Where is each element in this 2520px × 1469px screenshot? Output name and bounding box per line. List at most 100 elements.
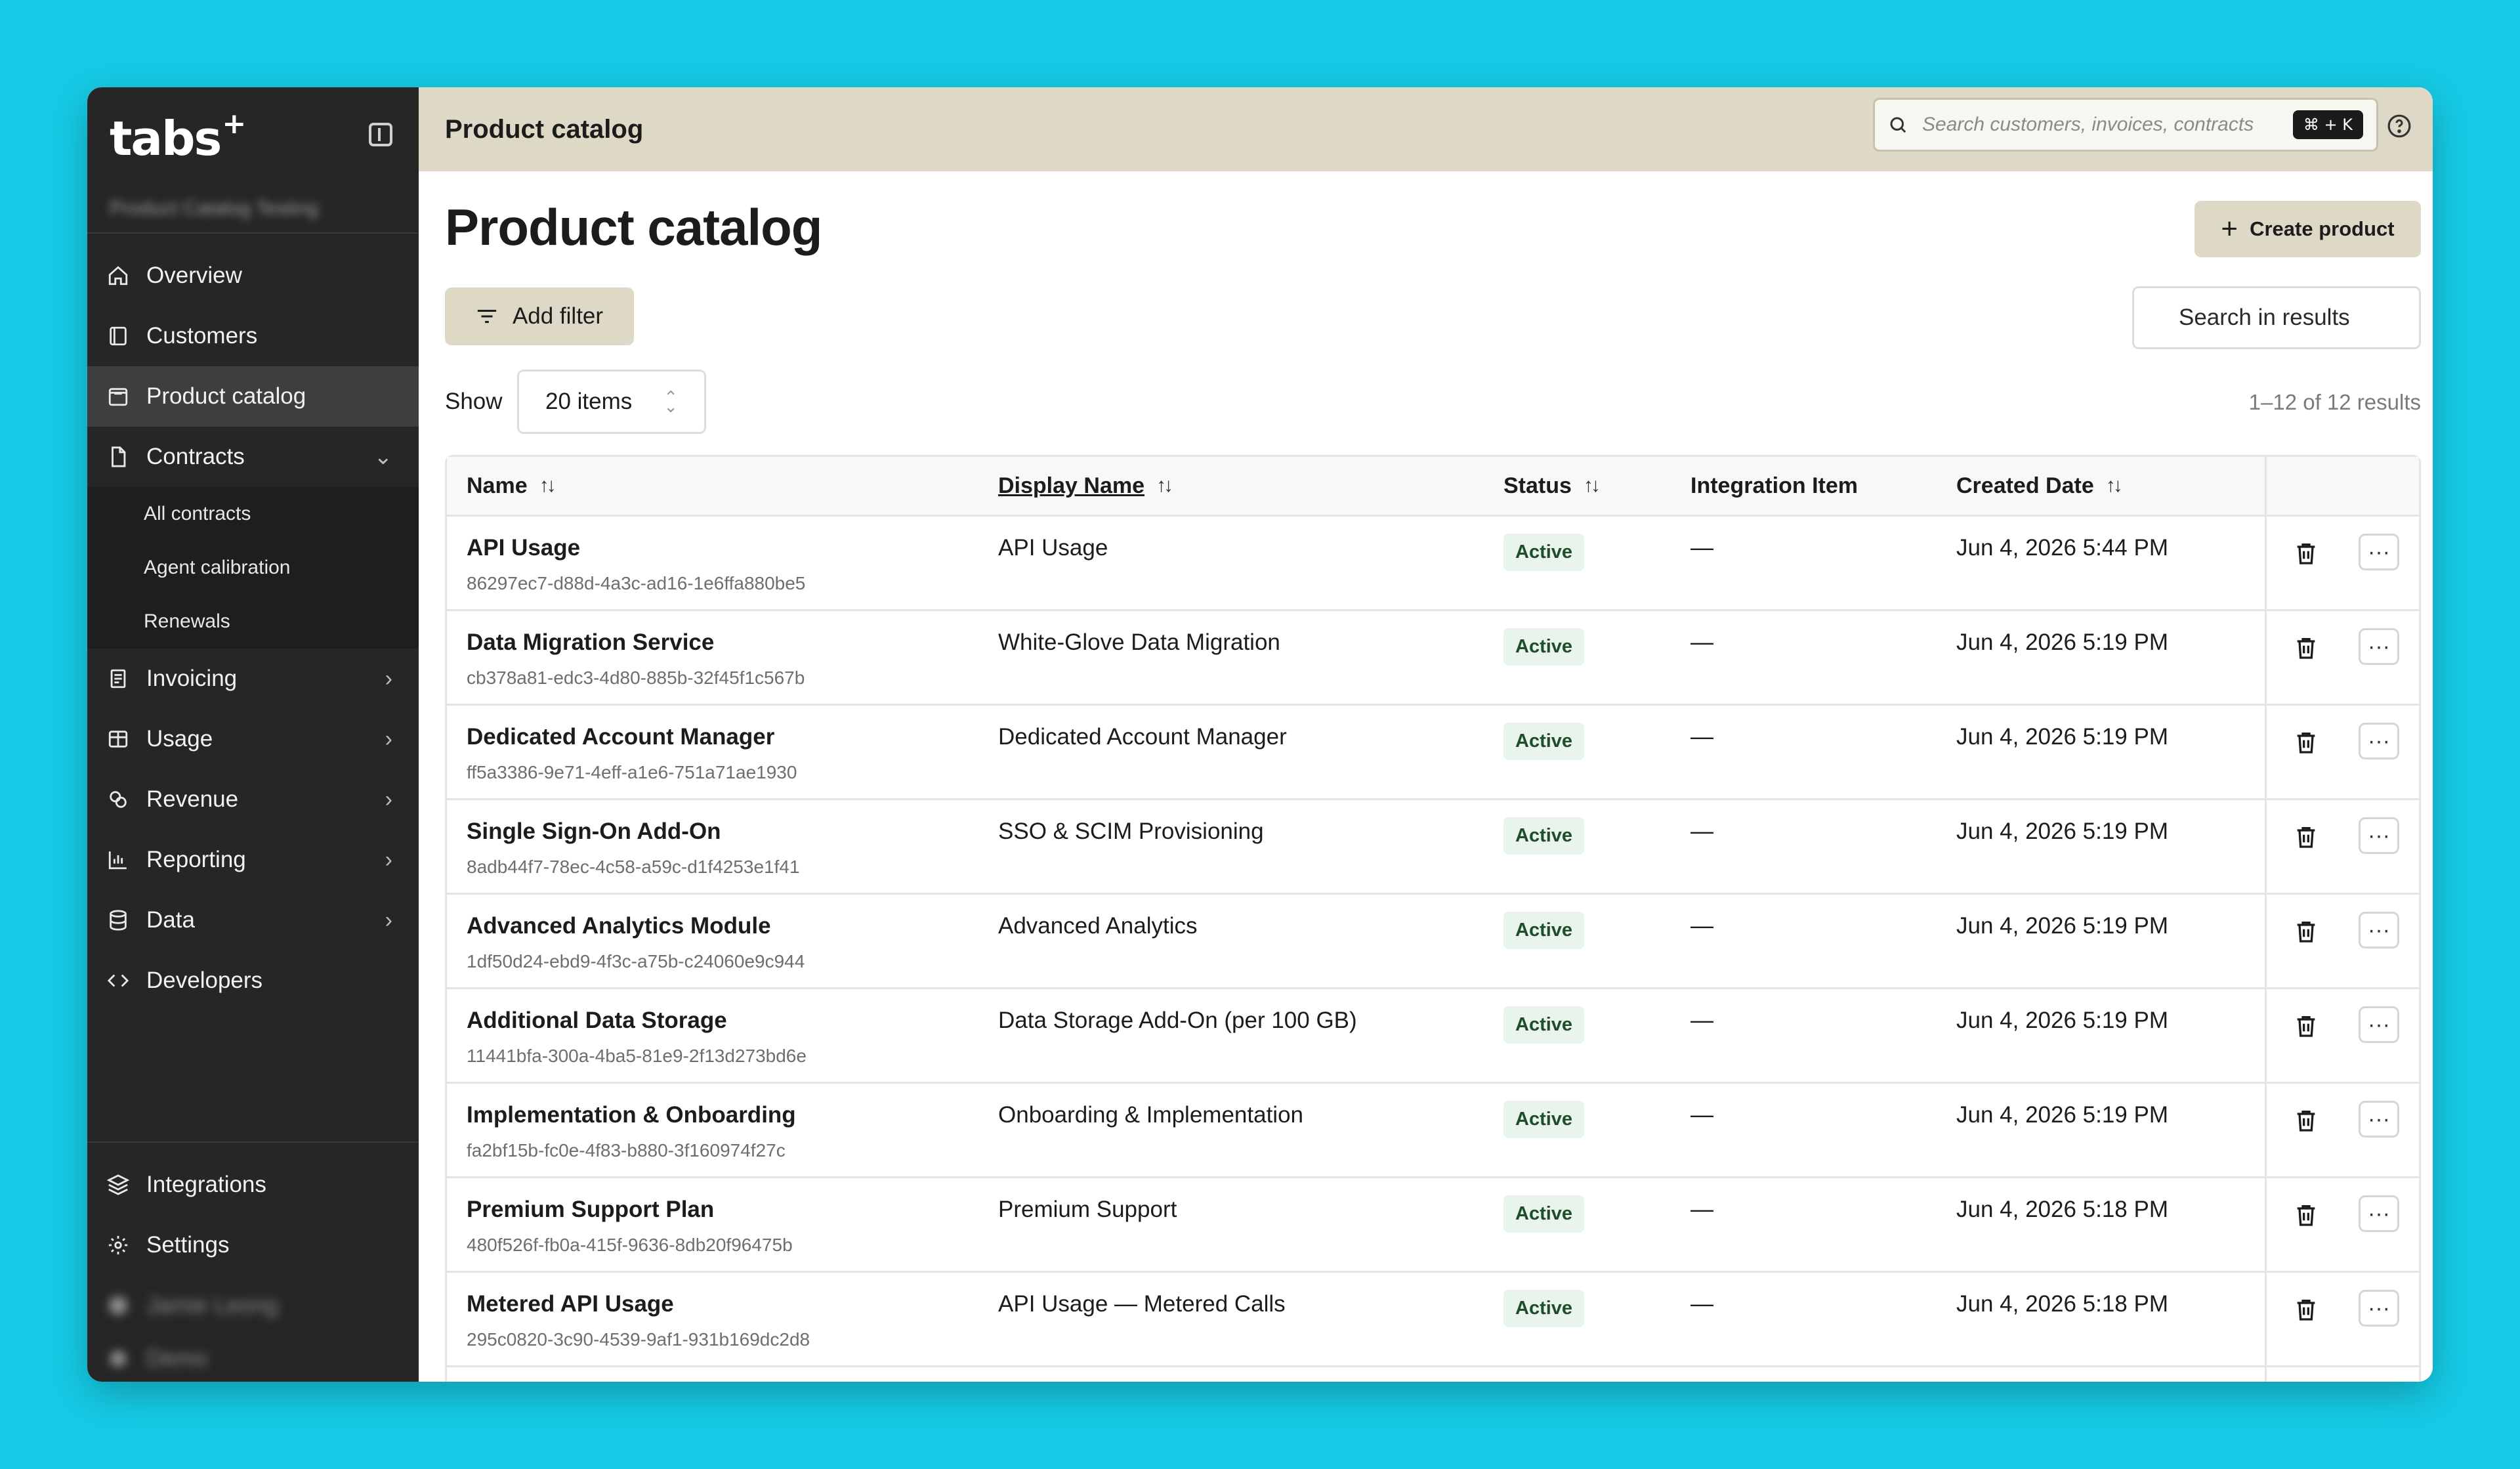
table-row[interactable]: Metered API Usage 295c0820-3c90-4539-9af… bbox=[447, 1273, 2419, 1367]
more-options-button[interactable]: ··· bbox=[2359, 817, 2399, 854]
logo[interactable]: tabs+ bbox=[110, 107, 246, 166]
results-search[interactable] bbox=[2132, 286, 2433, 349]
more-options-button[interactable]: ··· bbox=[2359, 1006, 2399, 1043]
trash-icon[interactable] bbox=[2293, 822, 2319, 851]
more-options-button[interactable]: ··· bbox=[2359, 912, 2399, 948]
integration-item: — bbox=[1690, 724, 1713, 750]
sidebar-item-data[interactable]: Data › bbox=[87, 890, 419, 950]
product-name[interactable]: Advanced Analytics Module bbox=[467, 913, 998, 939]
sort-icon[interactable]: ↑↓ bbox=[2106, 475, 2123, 497]
sidebar-item-contracts[interactable]: Contracts ⌄ bbox=[87, 427, 419, 487]
product-name[interactable]: Additional Data Storage bbox=[467, 1008, 998, 1034]
product-name[interactable]: Data Migration Service bbox=[467, 629, 998, 656]
display-name: Advanced Analytics bbox=[998, 913, 1198, 939]
trash-icon[interactable] bbox=[2293, 728, 2319, 757]
sidebar-item-label: Invoicing bbox=[146, 666, 238, 691]
column-header-created-date[interactable]: Created Date ↑↓ bbox=[1956, 457, 2265, 515]
product-name[interactable]: Single Sign-On Add-On bbox=[467, 819, 998, 845]
product-name[interactable]: Premium Support Plan bbox=[467, 1197, 998, 1223]
page-size-select[interactable]: 20 items ⌃ ⌄ bbox=[517, 370, 706, 434]
database-icon bbox=[106, 908, 131, 933]
sidebar-subitem-renewals[interactable]: Renewals bbox=[87, 595, 419, 649]
product-name[interactable]: API Usage bbox=[467, 535, 998, 561]
table-row[interactable]: Advanced Analytics Module 1df50d24-ebd9-… bbox=[447, 895, 2419, 989]
sidebar-item-reporting[interactable]: Reporting › bbox=[87, 830, 419, 890]
user-extra[interactable]: Demo bbox=[87, 1336, 419, 1382]
created-date: Jun 4, 2026 5:18 PM bbox=[1956, 1197, 2168, 1222]
table-body: API Usage 86297ec7-d88d-4a3c-ad16-1e6ffa… bbox=[447, 517, 2419, 1382]
sidebar-item-product-catalog[interactable]: Product catalog bbox=[87, 366, 419, 427]
trash-icon[interactable] bbox=[2293, 1295, 2319, 1324]
home-icon bbox=[106, 263, 131, 288]
integration-item: — bbox=[1690, 1008, 1713, 1033]
table-row[interactable]: Enterprise Platform Subscription Tabs Pl… bbox=[447, 1367, 2419, 1382]
create-product-button[interactable]: + Create product bbox=[2194, 201, 2421, 257]
sidebar-item-developers[interactable]: Developers bbox=[87, 950, 419, 1011]
more-options-button[interactable]: ··· bbox=[2359, 1101, 2399, 1138]
more-options-button[interactable]: ··· bbox=[2359, 628, 2399, 665]
table-row[interactable]: API Usage 86297ec7-d88d-4a3c-ad16-1e6ffa… bbox=[447, 517, 2419, 611]
user-menu[interactable]: Jamie Leong bbox=[87, 1275, 419, 1336]
results-search-input[interactable] bbox=[2177, 304, 2433, 331]
table-row[interactable]: Single Sign-On Add-On 8adb44f7-78ec-4c58… bbox=[447, 800, 2419, 895]
sidebar-item-label: Usage bbox=[146, 726, 213, 752]
global-search-input[interactable] bbox=[1921, 113, 2293, 137]
table-row[interactable]: Dedicated Account Manager ff5a3386-9e71-… bbox=[447, 706, 2419, 800]
integration-cell: — bbox=[1690, 989, 1956, 1082]
column-header-status[interactable]: Status ↑↓ bbox=[1503, 457, 1690, 515]
trash-icon[interactable] bbox=[2293, 1106, 2319, 1135]
table-row[interactable]: Additional Data Storage 11441bfa-300a-4b… bbox=[447, 989, 2419, 1084]
integration-item: — bbox=[1690, 1197, 1713, 1222]
product-id: 86297ec7-d88d-4a3c-ad16-1e6ffa880be5 bbox=[467, 573, 806, 593]
add-filter-label: Add filter bbox=[512, 303, 604, 329]
product-name[interactable]: Metered API Usage bbox=[467, 1291, 998, 1317]
workspace-name[interactable]: Product Catalog Testing bbox=[87, 189, 419, 228]
product-name[interactable]: Dedicated Account Manager bbox=[467, 724, 998, 750]
column-header-label: Name bbox=[467, 473, 528, 498]
sort-icon[interactable]: ↑↓ bbox=[1156, 475, 1173, 497]
global-search[interactable]: ⌘ + K bbox=[1873, 98, 2378, 152]
sidebar-collapse-icon[interactable] bbox=[369, 123, 392, 146]
name-cell: Metered API Usage 295c0820-3c90-4539-9af… bbox=[447, 1273, 998, 1365]
sidebar-item-integrations[interactable]: Integrations bbox=[87, 1155, 419, 1215]
trash-icon[interactable] bbox=[2293, 1201, 2319, 1229]
box-icon bbox=[106, 384, 131, 409]
sidebar-item-customers[interactable]: Customers bbox=[87, 306, 419, 366]
integration-item: — bbox=[1690, 819, 1713, 844]
sidebar-item-label: Product catalog bbox=[146, 383, 306, 409]
sidebar-item-overview[interactable]: Overview bbox=[87, 245, 419, 306]
chevron-right-icon: › bbox=[385, 907, 392, 933]
display-name-cell: SSO & SCIM Provisioning bbox=[998, 800, 1503, 893]
table-row[interactable]: Data Migration Service cb378a81-edc3-4d8… bbox=[447, 611, 2419, 706]
trash-icon[interactable] bbox=[2293, 633, 2319, 662]
status-badge: Active bbox=[1503, 1006, 1585, 1044]
sidebar-subitem-all-contracts[interactable]: All contracts bbox=[87, 487, 419, 541]
trash-icon[interactable] bbox=[2293, 539, 2319, 568]
more-options-button[interactable]: ··· bbox=[2359, 1290, 2399, 1327]
sidebar-item-usage[interactable]: Usage › bbox=[87, 709, 419, 769]
table-row[interactable]: Premium Support Plan 480f526f-fb0a-415f-… bbox=[447, 1178, 2419, 1273]
sidebar-item-invoicing[interactable]: Invoicing › bbox=[87, 649, 419, 709]
column-header-integration-item: Integration Item bbox=[1690, 457, 1956, 515]
display-name: Data Storage Add-On (per 100 GB) bbox=[998, 1008, 1357, 1033]
sidebar-divider bbox=[87, 1141, 419, 1143]
sidebar-item-settings[interactable]: Settings bbox=[87, 1215, 419, 1275]
column-header-display-name[interactable]: Display Name ↑↓ bbox=[998, 457, 1503, 515]
sidebar-item-revenue[interactable]: Revenue › bbox=[87, 769, 419, 830]
column-header-name[interactable]: Name ↑↓ bbox=[447, 457, 998, 515]
help-icon[interactable] bbox=[2387, 114, 2412, 138]
more-options-button[interactable]: ··· bbox=[2359, 723, 2399, 759]
more-options-button[interactable]: ··· bbox=[2359, 1195, 2399, 1232]
trash-icon[interactable] bbox=[2293, 917, 2319, 946]
add-filter-button[interactable]: Add filter bbox=[445, 287, 634, 345]
sidebar-subitem-agent-calibration[interactable]: Agent calibration bbox=[87, 541, 419, 595]
table-row[interactable]: Implementation & Onboarding fa2bf15b-fc0… bbox=[447, 1084, 2419, 1178]
sidebar-item-label: Settings bbox=[146, 1232, 230, 1258]
created-cell: Jun 4, 2026 5:44 PM bbox=[1956, 517, 2265, 609]
sort-icon[interactable]: ↑↓ bbox=[539, 475, 556, 497]
trash-icon[interactable] bbox=[2293, 1011, 2319, 1040]
sort-icon[interactable]: ↑↓ bbox=[1584, 475, 1601, 497]
more-options-button[interactable]: ··· bbox=[2359, 534, 2399, 570]
brand: tabs+ bbox=[87, 87, 419, 189]
product-name[interactable]: Implementation & Onboarding bbox=[467, 1102, 998, 1128]
